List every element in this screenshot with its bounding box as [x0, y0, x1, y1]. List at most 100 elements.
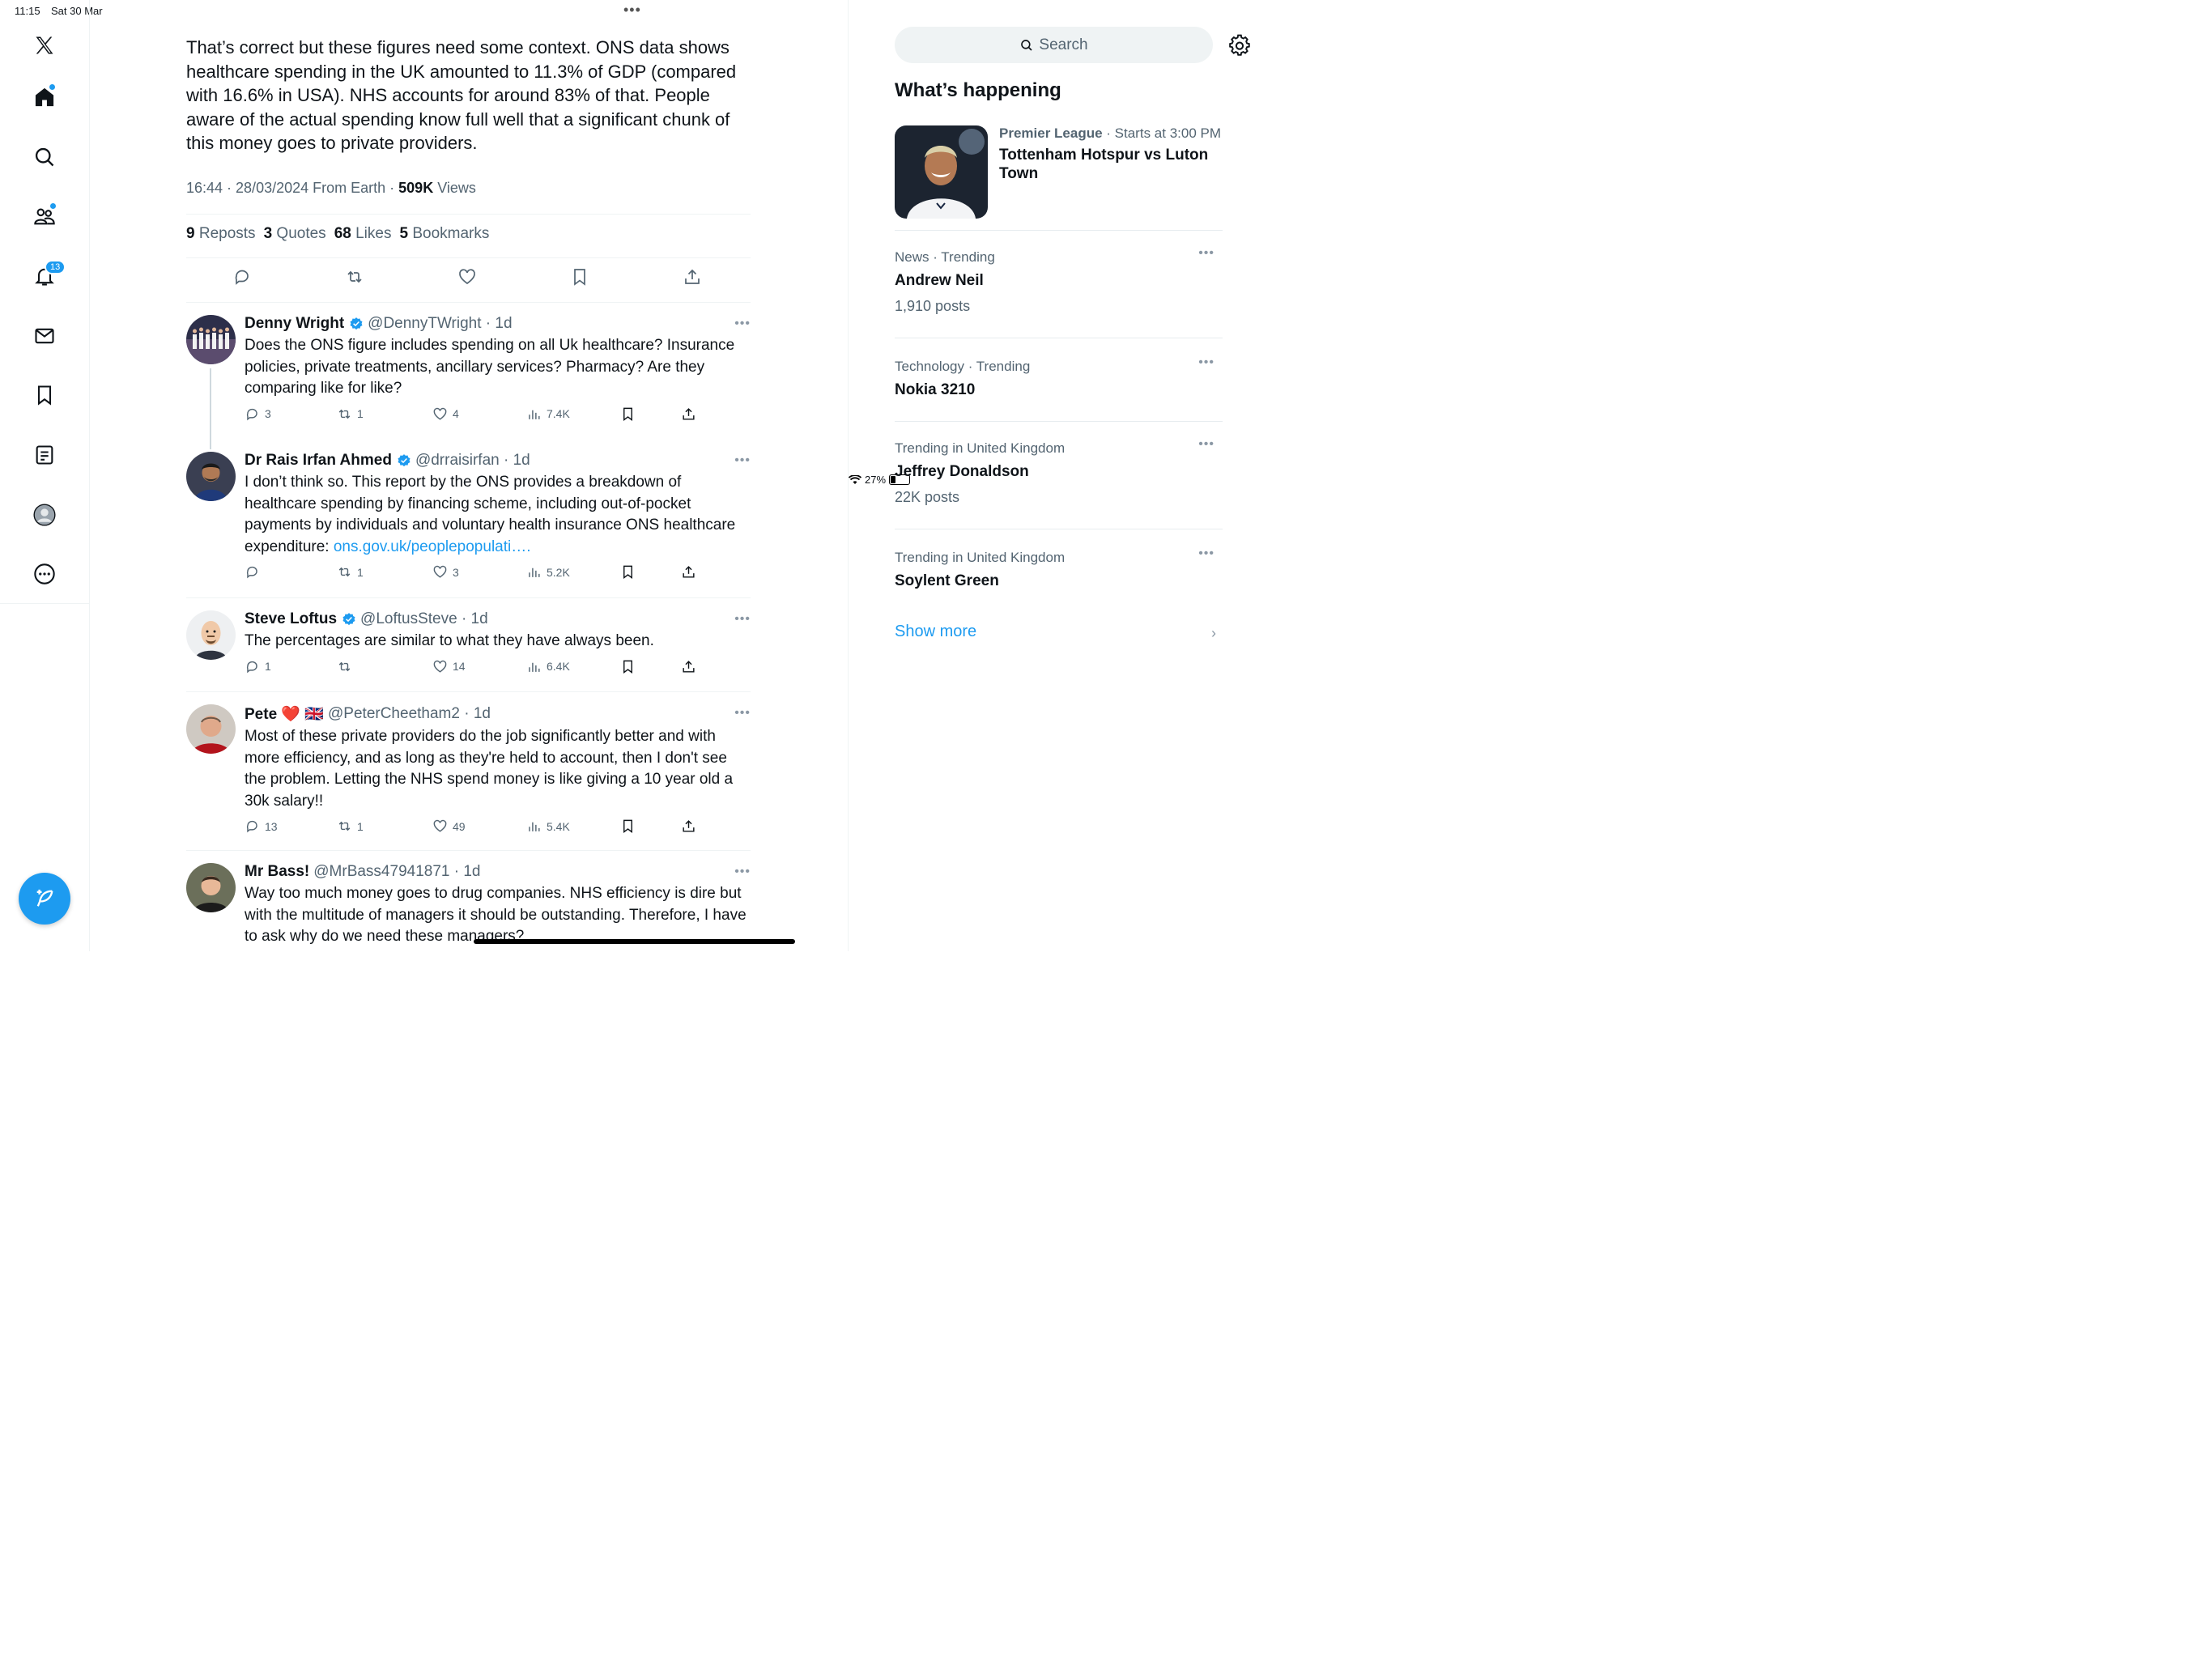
avatar[interactable] — [186, 452, 236, 501]
avatar[interactable] — [186, 704, 236, 754]
share-icon[interactable] — [681, 818, 696, 834]
share-icon[interactable] — [681, 406, 696, 422]
bookmark-icon[interactable] — [570, 267, 593, 290]
reply-icon[interactable] — [245, 564, 265, 580]
repost-icon[interactable] — [337, 659, 357, 674]
reply-item[interactable]: Dr Rais Irfan Ahmed @drraisirfan · 1d ••… — [186, 452, 751, 589]
more-icon[interactable]: ••• — [734, 453, 751, 468]
home-icon[interactable] — [30, 83, 59, 112]
reply-handle[interactable]: @DennyTWright · 1d — [368, 315, 512, 333]
reply-link[interactable]: ons.gov.uk/peoplepopulati…. — [334, 538, 531, 555]
repost-icon[interactable] — [345, 267, 368, 290]
home-indicator[interactable] — [474, 939, 795, 944]
trend-item[interactable]: Technology · Trending ••• Nokia 3210 — [895, 355, 1223, 399]
quotes-stat[interactable]: 3 Quotes — [264, 225, 326, 243]
lists-icon[interactable] — [30, 440, 59, 470]
share-icon[interactable] — [681, 659, 696, 674]
reply-icon[interactable]: 13 — [245, 818, 278, 834]
reply-handle[interactable]: @PeterCheetham2 · 1d — [328, 705, 491, 723]
trend-item[interactable]: Trending in United Kingdom ••• Jeffrey D… — [895, 437, 1223, 506]
like-count: 14 — [453, 660, 466, 673]
like-heart-icon[interactable]: 14 — [432, 659, 466, 674]
search-box[interactable]: Search — [895, 27, 1213, 63]
featured-trend-image[interactable] — [895, 125, 988, 219]
trend-posts: 1,910 posts — [895, 298, 971, 314]
like-heart-icon[interactable]: 49 — [432, 818, 466, 834]
views-chart-icon[interactable]: 5.2K — [526, 564, 570, 580]
reply-text: Most of these private providers do the j… — [245, 728, 734, 810]
more-icon[interactable]: ••• — [1198, 546, 1214, 561]
bookmark-icon[interactable] — [620, 406, 636, 422]
more-icon[interactable]: ••• — [734, 865, 751, 879]
reply-text: I don’t think so. This report by the ONS… — [245, 474, 736, 555]
views-count: 7.4K — [547, 407, 570, 420]
views-count: 5.4K — [547, 819, 570, 833]
settings-gear-icon[interactable] — [1228, 34, 1251, 57]
reply-author-name[interactable]: Pete ❤️ 🇬🇧 — [245, 704, 324, 724]
more-icon[interactable]: ••• — [734, 317, 751, 331]
reposts-stat[interactable]: 9 Reposts — [186, 225, 256, 243]
reply-item[interactable]: Pete ❤️ 🇬🇧 @PeterCheetham2 · 1d ••• Most… — [186, 704, 751, 842]
verified-badge-icon — [342, 613, 355, 626]
more-icon[interactable]: ••• — [734, 706, 751, 721]
bookmark-icon[interactable] — [620, 659, 636, 674]
bookmarks-icon[interactable] — [30, 380, 59, 410]
reply-item[interactable]: Steve Loftus @LoftusSteve · 1d ••• The p… — [186, 610, 751, 683]
avatar[interactable] — [186, 315, 236, 364]
avatar[interactable] — [186, 863, 236, 912]
reply-handle[interactable]: @LoftusSteve · 1d — [360, 610, 488, 628]
x-logo-icon[interactable] — [30, 31, 59, 60]
share-icon[interactable] — [681, 564, 696, 580]
more-options-icon[interactable] — [30, 559, 59, 589]
reply-author-name[interactable]: Dr Rais Irfan Ahmed — [245, 452, 392, 470]
bookmarks-stat[interactable]: 5 Bookmarks — [399, 225, 489, 243]
tweet-timestamp[interactable]: 16:44 · 28/03/2024 From Earth · — [186, 180, 398, 196]
show-more-link[interactable]: Show more — [895, 623, 976, 641]
views-chart-icon[interactable]: 5.4K — [526, 818, 570, 834]
compose-post-button[interactable] — [19, 873, 70, 925]
avatar[interactable] — [186, 610, 236, 660]
reply-author-name[interactable]: Mr Bass! — [245, 863, 309, 881]
more-icon[interactable]: ••• — [1198, 246, 1214, 261]
featured-trend[interactable]: Premier League · Starts at 3:00 PM Totte… — [999, 125, 1242, 183]
divider — [186, 214, 751, 215]
like-heart-icon[interactable]: 4 — [432, 406, 459, 422]
bookmark-icon[interactable] — [620, 818, 636, 834]
reply-actions: 1 14 6.4K — [245, 659, 751, 677]
share-icon[interactable] — [683, 267, 705, 290]
more-icon[interactable]: ••• — [1198, 437, 1214, 452]
reply-item[interactable]: Denny Wright @DennyTWright · 1d ••• Does… — [186, 315, 751, 449]
profile-avatar-icon[interactable] — [30, 500, 59, 529]
trend-item[interactable]: News · Trending ••• Andrew Neil 1,910 po… — [895, 246, 1223, 315]
reply-icon[interactable]: 1 — [245, 659, 271, 674]
likes-stat[interactable]: 68 Likes — [334, 225, 392, 243]
repost-icon[interactable]: 1 — [337, 818, 364, 834]
trend-item[interactable]: Trending in United Kingdom ••• Soylent G… — [895, 546, 1223, 590]
divider — [895, 421, 1223, 422]
reply-author-name[interactable]: Denny Wright — [245, 315, 344, 333]
reply-author-name[interactable]: Steve Loftus — [245, 610, 337, 628]
messages-mail-icon[interactable] — [30, 321, 59, 351]
more-icon[interactable]: ••• — [1198, 355, 1214, 370]
like-heart-icon[interactable]: 3 — [432, 564, 459, 580]
reply-icon[interactable]: 3 — [245, 406, 271, 422]
reply-actions: 3 1 4 7.4K — [245, 406, 751, 424]
search-placeholder: Search — [1039, 36, 1088, 53]
notifications-bell-icon[interactable]: 13 — [30, 260, 66, 291]
reply-handle[interactable]: @MrBass47941871 · 1d — [313, 863, 480, 881]
reply-icon[interactable] — [232, 267, 255, 290]
reply-handle[interactable]: @drraisirfan · 1d — [415, 452, 530, 470]
views-chart-icon[interactable]: 6.4K — [526, 659, 570, 674]
more-icon[interactable]: ••• — [734, 612, 751, 627]
repost-icon[interactable]: 1 — [337, 406, 364, 422]
like-heart-icon[interactable] — [457, 267, 480, 290]
repost-icon[interactable]: 1 — [337, 564, 364, 580]
compose-feather-icon — [36, 889, 53, 907]
bookmark-icon[interactable] — [620, 564, 636, 580]
chevron-right-icon: › — [1211, 625, 1216, 641]
communities-icon[interactable] — [30, 202, 59, 231]
reply-item[interactable]: Mr Bass! @MrBass47941871 · 1d ••• Way to… — [186, 863, 751, 951]
views-chart-icon[interactable]: 7.4K — [526, 406, 570, 422]
divider — [186, 691, 751, 692]
explore-search-icon[interactable] — [30, 142, 59, 172]
